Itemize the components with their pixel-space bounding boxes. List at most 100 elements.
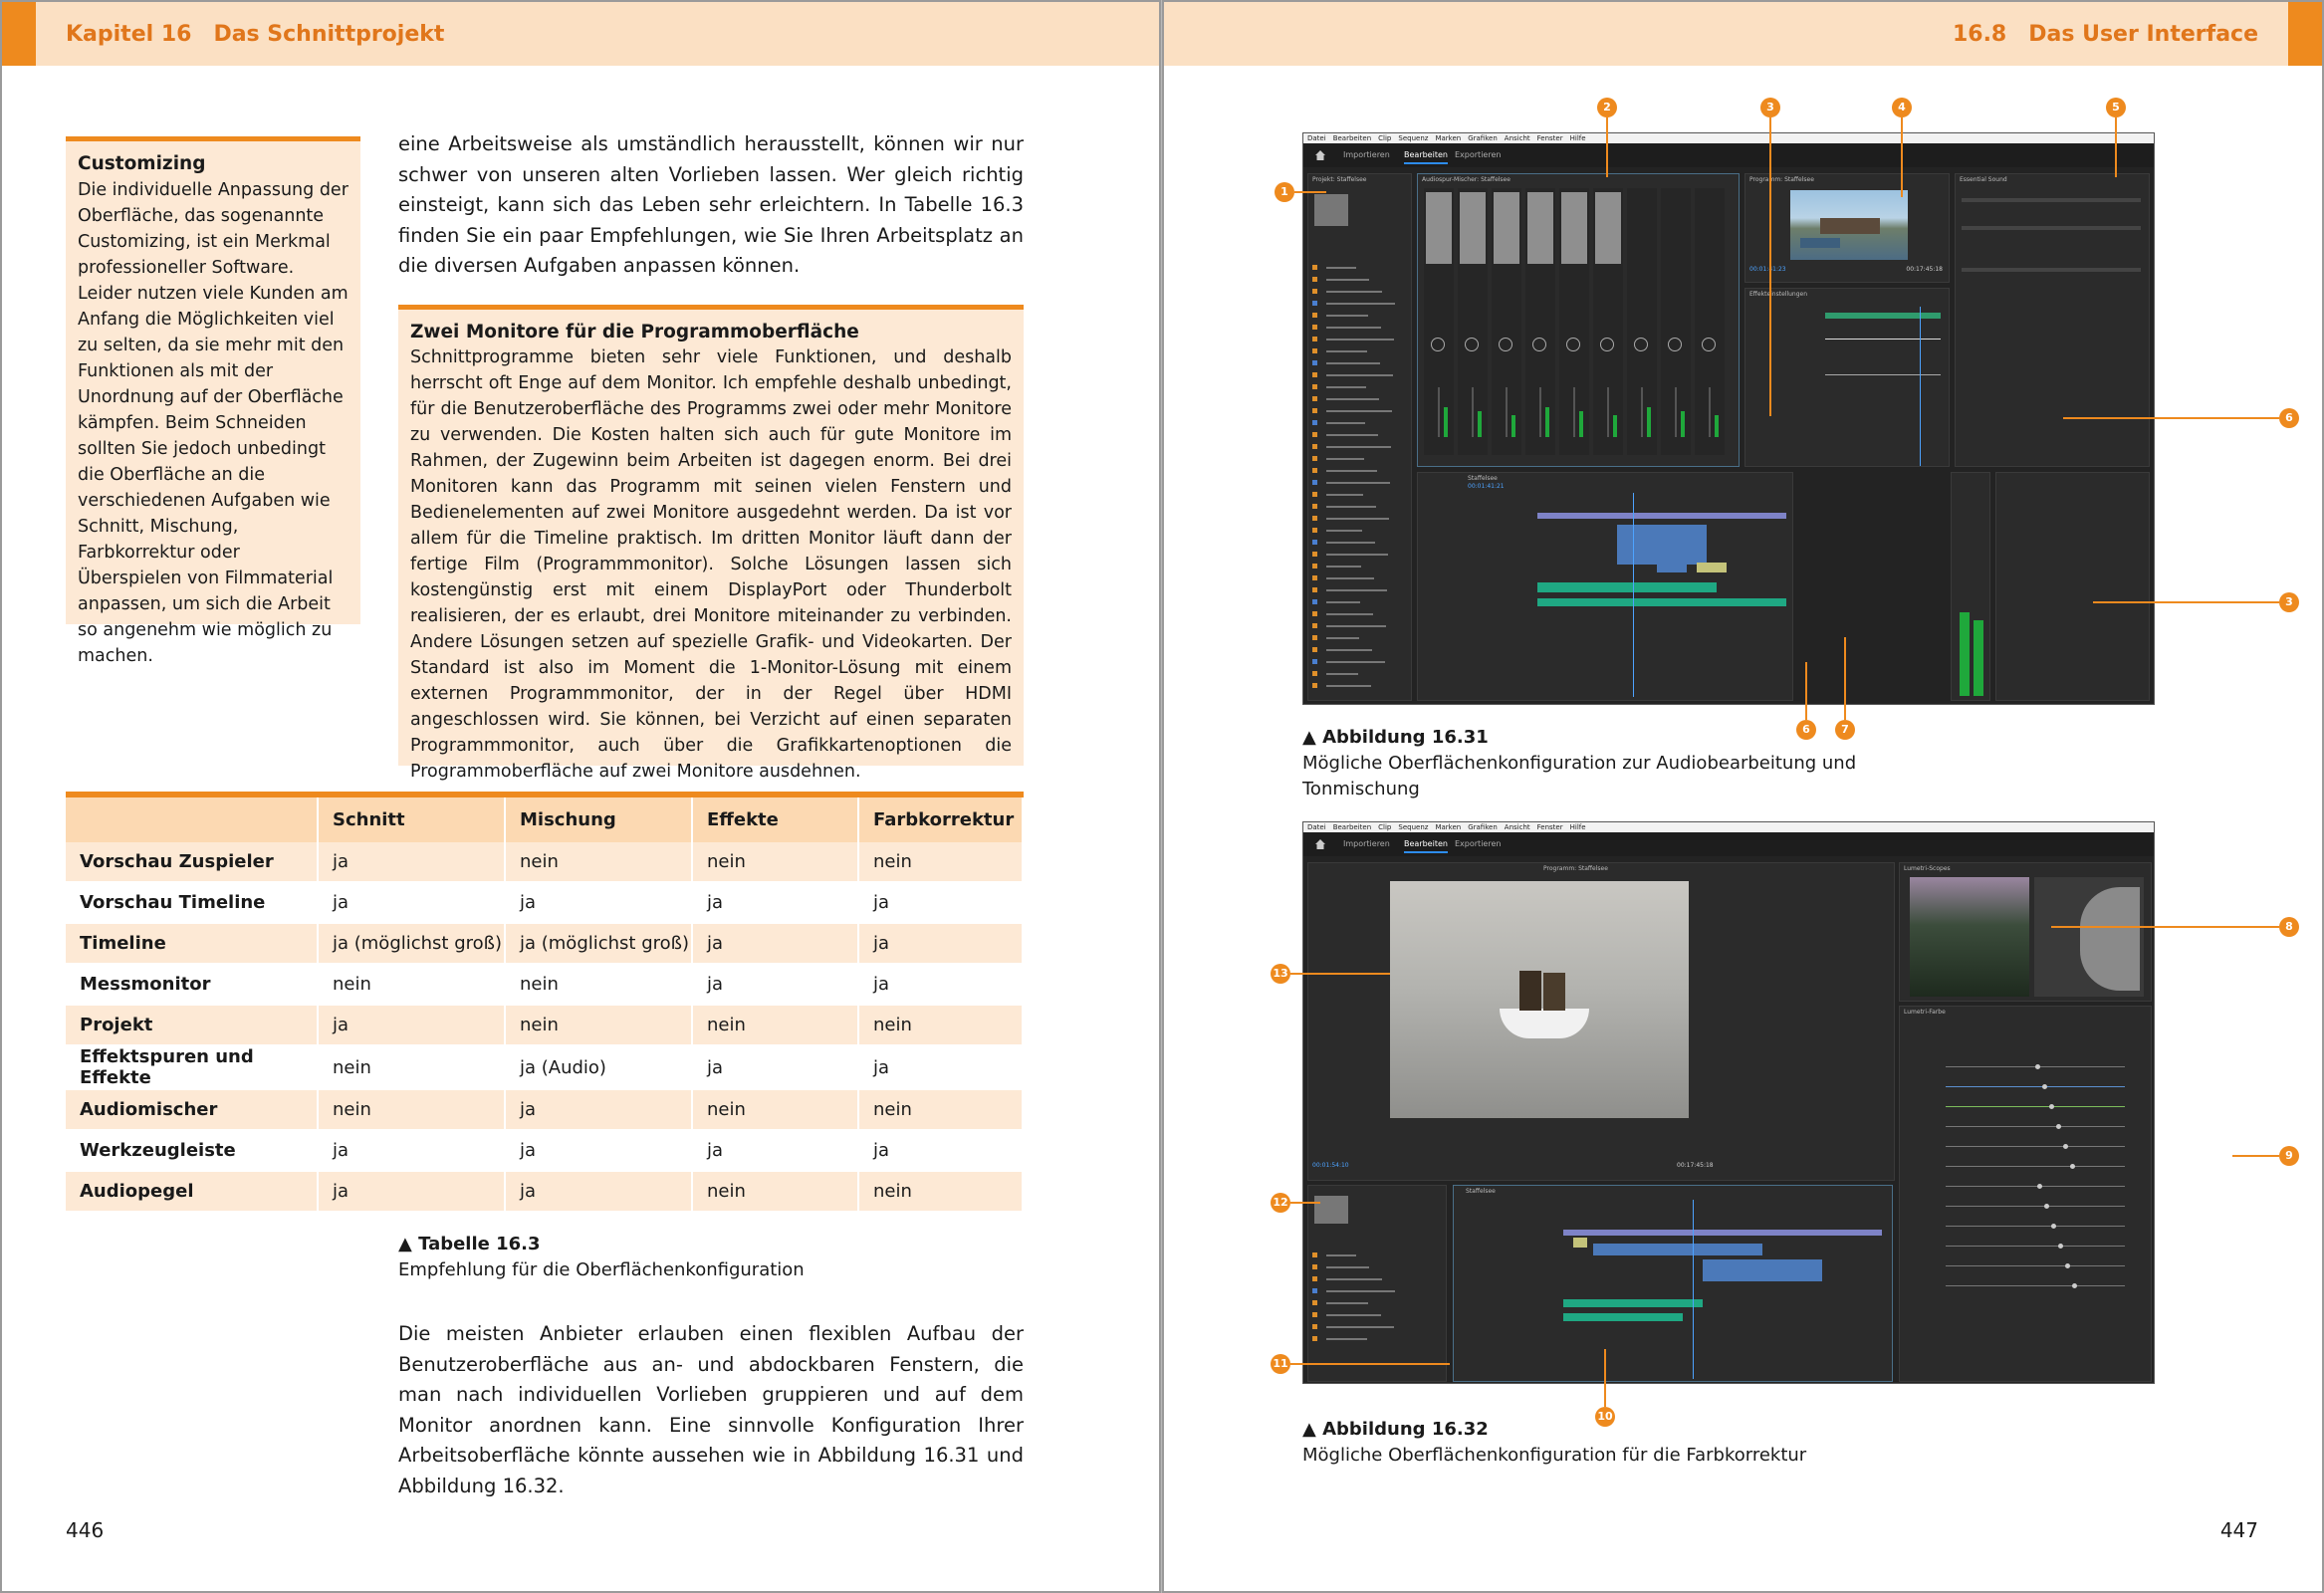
callout-line — [1290, 973, 1390, 975]
pan-knob-icon — [1668, 338, 1682, 351]
table-row: Vorschau Timeline ja ja ja ja — [66, 883, 1024, 924]
effect-clip-bar — [1825, 313, 1941, 319]
table-cell: ja — [506, 1131, 693, 1172]
project-list-item — [1312, 383, 1408, 393]
lumetri-slider — [1946, 1263, 2125, 1268]
project-list-item — [1312, 300, 1408, 310]
panel-label: Programm: Staffelsee — [1749, 176, 1814, 183]
menu-bar: Datei Bearbeiten Clip Sequenz Marken Grafiken… — [1303, 133, 2154, 143]
table-cell: nein — [506, 965, 693, 1006]
table-cell: nein — [319, 1090, 506, 1131]
project-list-item — [1312, 336, 1408, 345]
callout-line — [2051, 926, 2279, 928]
callout-number-badge: 8 — [2279, 917, 2299, 937]
pan-knob-icon — [1702, 338, 1716, 351]
table-cell: ja — [693, 1046, 859, 1090]
project-list-item — [1312, 586, 1408, 596]
chapter-title: Das Schnittprojekt — [213, 22, 445, 47]
callout-line — [1604, 1349, 1606, 1407]
mixer-channel-strip — [1627, 188, 1657, 455]
audio-mixer-panel: Audiospur-Mischer: Staffelsee — [1417, 173, 1740, 467]
project-list-item — [1312, 431, 1408, 441]
callout-line — [1606, 117, 1608, 177]
callout-line — [2232, 1155, 2279, 1157]
project-list-item — [1312, 503, 1408, 513]
meter-left — [1960, 612, 1970, 696]
table-row: Timeline ja (möglichst groß) ja (möglichst… — [66, 924, 1024, 965]
right-page: 16.8 Das User Interface Datei Bearbeiten Cl… — [1162, 0, 2324, 1593]
project-list-item — [1312, 395, 1408, 405]
menu-item: Clip — [1378, 134, 1392, 142]
left-page: Kapitel 16 Das Schnittprojekt Customizing… — [0, 0, 1162, 1593]
callout-number-badge: 6 — [2279, 408, 2299, 428]
table-cell: nein — [693, 1172, 859, 1213]
closing-paragraph: Die meisten Anbieter erlauben einen flex… — [398, 1322, 1024, 1497]
table-row-header: Vorschau Zuspieler — [66, 842, 319, 883]
table-header-cell: Schnitt — [319, 797, 506, 842]
callout-number-badge: 9 — [2279, 1146, 2299, 1166]
info-box-text: Schnittprogramme bieten sehr viele Funkt… — [410, 347, 1012, 782]
project-list-item — [1312, 1299, 1442, 1309]
menu-item: Hilfe — [1569, 134, 1586, 142]
project-list-item — [1312, 670, 1408, 680]
table-header-cell: Farbkorrektur — [859, 797, 1024, 842]
lumetri-slider — [1946, 1124, 2125, 1129]
table-cell: ja — [859, 1046, 1024, 1090]
mixer-channel-strip — [1424, 188, 1454, 455]
keyframe-line — [1825, 374, 1941, 375]
home-icon — [1315, 839, 1325, 849]
callout-number-badge: 12 — [1271, 1193, 1290, 1213]
table-cell: ja — [693, 1131, 859, 1172]
callout-number-badge: 11 — [1271, 1354, 1290, 1374]
callout-line — [1294, 191, 1326, 193]
project-list-item — [1312, 515, 1408, 525]
page-header: Kapitel 16 Das Schnittprojekt — [0, 0, 1161, 66]
timeline-panel: Staffelsee 00:01:41:21 — [1417, 472, 1793, 701]
timeline-clip — [1563, 1299, 1703, 1307]
timeline-clip — [1593, 1244, 1762, 1255]
project-list-item — [1312, 563, 1408, 572]
workspace-nav: Importieren Bearbeiten Exportieren — [1303, 832, 2154, 856]
page-header: 16.8 Das User Interface — [1162, 0, 2324, 66]
program-monitor: Programm: Staffelsee 00:01:41:23 00:17:4… — [1744, 173, 1950, 283]
pan-knob-icon — [1634, 338, 1648, 351]
playhead — [1633, 493, 1634, 697]
mixer-channel-strip — [1695, 188, 1725, 455]
lumetri-slider — [1946, 1224, 2125, 1229]
panel-label: Effekteinstellungen — [1749, 291, 1808, 298]
program-preview-image — [1390, 881, 1689, 1118]
program-timecode: 00:01:54:10 — [1312, 1162, 1349, 1169]
home-icon — [1315, 150, 1325, 160]
table-row: Audiomischer nein ja nein nein — [66, 1090, 1024, 1131]
timeline-panel: Staffelsee — [1453, 1185, 1893, 1382]
lumetri-slider — [1946, 1204, 2125, 1209]
project-list-item — [1312, 1335, 1442, 1345]
waveform-scope — [1910, 877, 2029, 997]
table-caption-title: ▲ Tabelle 16.3 — [398, 1234, 541, 1254]
table-row-header: Vorschau Timeline — [66, 883, 319, 924]
menu-item: Datei — [1307, 823, 1326, 831]
project-list-item — [1312, 682, 1408, 692]
project-list-item — [1312, 610, 1408, 620]
callout-number-badge: 3 — [1760, 98, 1780, 117]
menu-item: Marken — [1435, 134, 1462, 142]
menu-item: Clip — [1378, 823, 1392, 831]
project-list-item — [1312, 347, 1408, 357]
menu-item: Ansicht — [1504, 823, 1530, 831]
mixer-channel-strip — [1492, 188, 1521, 455]
header-title: Kapitel 16 Das Schnittprojekt — [66, 22, 444, 47]
table-row-header: Audiomischer — [66, 1090, 319, 1131]
program-preview-image — [1790, 190, 1908, 260]
table-row-header: Audiopegel — [66, 1172, 319, 1213]
pan-knob-icon — [1431, 338, 1445, 351]
mixer-channel-strip — [1559, 188, 1589, 455]
callout-line — [1769, 117, 1771, 416]
timeline-clip — [1657, 551, 1687, 572]
figure1-caption-title: ▲ Abbildung 16.31 — [1302, 727, 1489, 748]
lumetri-slider — [1946, 1244, 2125, 1249]
info-box-two-monitors: Zwei Monitore für die Programmoberfläche… — [398, 305, 1024, 782]
menu-item: Hilfe — [1569, 823, 1586, 831]
callout-number-badge: 4 — [1892, 98, 1912, 117]
menu-item: Ansicht — [1504, 134, 1530, 142]
figure2-caption-text: Mögliche Oberflächenkonfiguration für di… — [1302, 1445, 1807, 1466]
